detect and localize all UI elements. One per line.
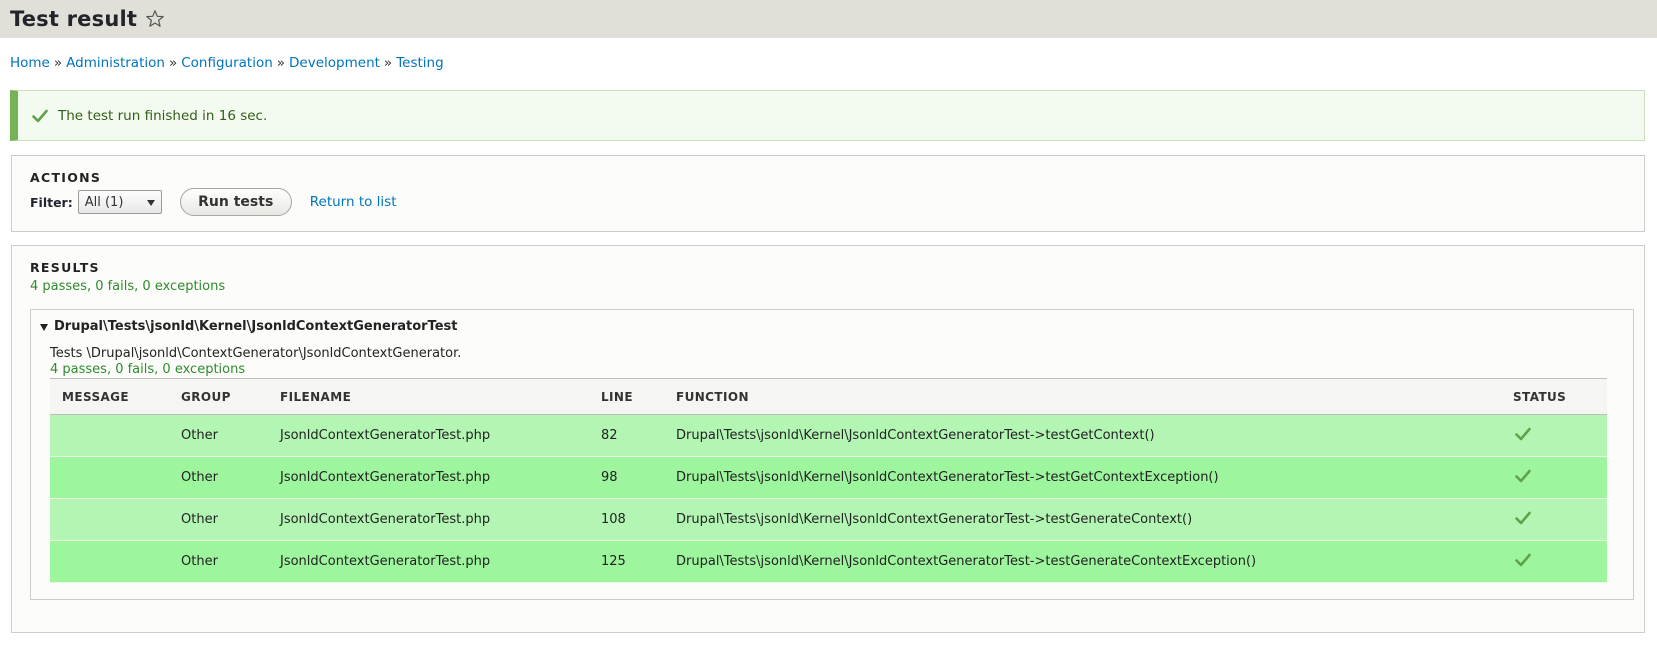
results-table: MESSAGE GROUP FILENAME LINE FUNCTION STA… bbox=[50, 378, 1607, 583]
return-to-list-link[interactable]: Return to list bbox=[310, 194, 397, 210]
breadcrumb-development[interactable]: Development bbox=[289, 55, 380, 71]
cell-group: Other bbox=[169, 498, 268, 541]
column-header-group: GROUP bbox=[169, 378, 268, 415]
actions-fieldset: ACTIONS Filter: All (1) Run tests Return… bbox=[11, 155, 1645, 232]
breadcrumb-configuration[interactable]: Configuration bbox=[181, 55, 273, 71]
cell-message bbox=[50, 414, 169, 457]
cell-message bbox=[50, 540, 169, 583]
cell-function: Drupal\Tests\jsonld\Kernel\JsonldContext… bbox=[664, 414, 1501, 457]
cell-group: Other bbox=[169, 414, 268, 457]
triangle-down-icon bbox=[39, 322, 49, 332]
cell-message bbox=[50, 498, 169, 541]
cell-filename: JsonldContextGeneratorTest.php bbox=[268, 456, 589, 499]
cell-status bbox=[1501, 456, 1607, 499]
breadcrumb-testing[interactable]: Testing bbox=[396, 55, 443, 71]
table-row: Other JsonldContextGeneratorTest.php 98 … bbox=[50, 456, 1607, 499]
status-pass-icon bbox=[1515, 469, 1531, 483]
cell-filename: JsonldContextGeneratorTest.php bbox=[268, 540, 589, 583]
table-row: Other JsonldContextGeneratorTest.php 108… bbox=[50, 498, 1607, 541]
cell-function: Drupal\Tests\jsonld\Kernel\JsonldContext… bbox=[664, 456, 1501, 499]
filter-label: Filter: bbox=[30, 194, 73, 210]
breadcrumb-separator: » bbox=[383, 55, 393, 71]
filter-select-value: All (1) bbox=[84, 194, 124, 210]
breadcrumb: Home» Administration» Configuration» Develo… bbox=[10, 55, 444, 71]
dropdown-arrow-icon bbox=[146, 200, 155, 206]
run-tests-button[interactable]: Run tests bbox=[179, 188, 292, 216]
status-message-text: The test run finished in 16 sec. bbox=[58, 107, 268, 124]
cell-line: 82 bbox=[589, 414, 664, 457]
cell-line: 125 bbox=[589, 540, 664, 583]
cell-filename: JsonldContextGeneratorTest.php bbox=[268, 498, 589, 541]
column-header-status: STATUS bbox=[1501, 378, 1607, 415]
cell-function: Drupal\Tests\jsonld\Kernel\JsonldContext… bbox=[664, 540, 1501, 583]
test-group: Drupal\Tests\jsonld\Kernel\JsonldContext… bbox=[30, 309, 1634, 600]
cell-filename: JsonldContextGeneratorTest.php bbox=[268, 414, 589, 457]
results-legend: RESULTS bbox=[30, 260, 100, 275]
cell-status bbox=[1501, 498, 1607, 541]
cell-group: Other bbox=[169, 540, 268, 583]
actions-legend: ACTIONS bbox=[30, 170, 102, 185]
breadcrumb-home[interactable]: Home bbox=[10, 55, 50, 71]
cell-group: Other bbox=[169, 456, 268, 499]
table-row: Other JsonldContextGeneratorTest.php 82 … bbox=[50, 414, 1607, 457]
filter-select[interactable]: All (1) bbox=[77, 190, 162, 214]
page-title: Test result bbox=[10, 7, 138, 31]
test-group-title: Drupal\Tests\jsonld\Kernel\JsonldContext… bbox=[54, 319, 458, 334]
column-header-function: FUNCTION bbox=[664, 378, 1501, 415]
test-group-toggle[interactable]: Drupal\Tests\jsonld\Kernel\JsonldContext… bbox=[39, 319, 457, 334]
breadcrumb-separator: » bbox=[168, 55, 178, 71]
breadcrumb-separator: » bbox=[53, 55, 63, 71]
results-summary: 4 passes, 0 fails, 0 exceptions bbox=[30, 279, 226, 294]
status-pass-icon bbox=[1515, 427, 1531, 441]
table-header-row: MESSAGE GROUP FILENAME LINE FUNCTION STA… bbox=[50, 378, 1607, 415]
status-message: The test run finished in 16 sec. bbox=[10, 90, 1645, 141]
cell-status bbox=[1501, 540, 1607, 583]
breadcrumb-separator: » bbox=[276, 55, 286, 71]
filter-row: Filter: All (1) Run tests Return to list bbox=[30, 188, 397, 216]
table-row: Other JsonldContextGeneratorTest.php 125… bbox=[50, 540, 1607, 583]
breadcrumb-administration[interactable]: Administration bbox=[66, 55, 165, 71]
cell-function: Drupal\Tests\jsonld\Kernel\JsonldContext… bbox=[664, 498, 1501, 541]
star-icon[interactable] bbox=[145, 9, 165, 29]
results-fieldset: RESULTS 4 passes, 0 fails, 0 exceptions … bbox=[11, 245, 1645, 633]
test-group-summary: 4 passes, 0 fails, 0 exceptions bbox=[50, 362, 246, 377]
page-header: Test result bbox=[0, 0, 1657, 38]
cell-status bbox=[1501, 414, 1607, 457]
column-header-filename: FILENAME bbox=[268, 378, 589, 415]
column-header-message: MESSAGE bbox=[50, 378, 169, 415]
status-pass-icon bbox=[1515, 511, 1531, 525]
check-icon bbox=[32, 109, 48, 123]
status-pass-icon bbox=[1515, 553, 1531, 567]
cell-message bbox=[50, 456, 169, 499]
column-header-line: LINE bbox=[589, 378, 664, 415]
cell-line: 98 bbox=[589, 456, 664, 499]
cell-line: 108 bbox=[589, 498, 664, 541]
test-group-description: Tests \Drupal\jsonld\ContextGenerator\Js… bbox=[50, 346, 462, 361]
